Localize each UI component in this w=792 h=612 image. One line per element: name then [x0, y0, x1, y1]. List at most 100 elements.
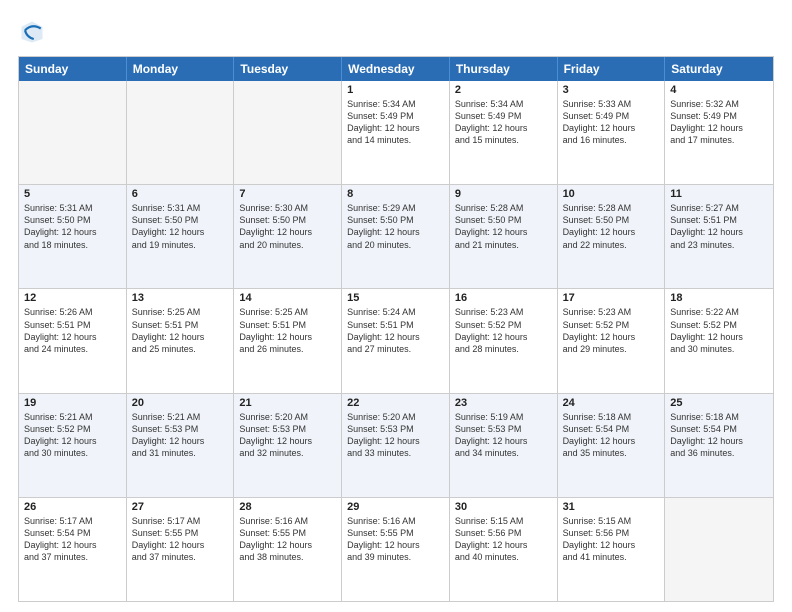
day-number: 5	[24, 188, 121, 200]
day-cell: 13Sunrise: 5:25 AM Sunset: 5:51 PM Dayli…	[127, 289, 235, 392]
weeks-container: 1 Sunrise: 5:34 AM Sunset: 5:49 PM Daylig…	[19, 81, 773, 601]
logo-icon	[18, 18, 46, 46]
logo	[18, 18, 50, 46]
day-info: Sunrise: 5:29 AM Sunset: 5:50 PM Dayligh…	[347, 202, 444, 251]
day-cell: 30 Sunrise: 5:15 AM Sunset: 5:56 PM Dayli…	[450, 498, 558, 601]
day-number: 22	[347, 397, 444, 409]
day-header-tuesday: Tuesday	[234, 57, 342, 81]
day-cell: 31 Sunrise: 5:15 AM Sunset: 5:56 PM Dayli…	[558, 498, 666, 601]
calendar: SundayMondayTuesdayWednesdayThursdayFrid…	[18, 56, 774, 602]
day-cell: 12 Sunrise: 5:26 AM Sunset: 5:51 PM Dayli…	[19, 289, 127, 392]
day-info: Sunrise: 5:30 AM Sunset: 5:50 PM Dayligh…	[239, 202, 336, 251]
day-info: Sunrise: 5:15 AM Sunset: 5:56 PM Dayligh…	[455, 515, 552, 564]
day-cell: 4 Sunrise: 5:32 AM Sunset: 5:49 PM Daylig…	[665, 81, 773, 184]
day-number: 18	[670, 292, 768, 304]
day-number: 17	[563, 292, 660, 304]
day-info: Sunrise: 5:33 AM Sunset: 5:49 PM Dayligh…	[563, 98, 660, 147]
day-cell: 26 Sunrise: 5:17 AM Sunset: 5:54 PM Dayli…	[19, 498, 127, 601]
day-info: Sunrise: 5:15 AM Sunset: 5:56 PM Dayligh…	[563, 515, 660, 564]
day-info: Sunrise: 5:26 AM Sunset: 5:51 PM Dayligh…	[24, 306, 121, 355]
day-number: 19	[24, 397, 121, 409]
day-cell: 19 Sunrise: 5:21 AM Sunset: 5:52 PM Dayli…	[19, 394, 127, 497]
day-info: Sunrise: 5:32 AM Sunset: 5:49 PM Dayligh…	[670, 98, 768, 147]
day-info: Sunrise: 5:28 AM Sunset: 5:50 PM Dayligh…	[455, 202, 552, 251]
week-row-3: 12 Sunrise: 5:26 AM Sunset: 5:51 PM Dayli…	[19, 288, 773, 392]
day-info: Sunrise: 5:17 AM Sunset: 5:54 PM Dayligh…	[24, 515, 121, 564]
day-cell: 7 Sunrise: 5:30 AM Sunset: 5:50 PM Daylig…	[234, 185, 342, 288]
day-info: Sunrise: 5:22 AM Sunset: 5:52 PM Dayligh…	[670, 306, 768, 355]
day-number: 24	[563, 397, 660, 409]
day-number: 16	[455, 292, 552, 304]
day-info: Sunrise: 5:25 AM Sunset: 5:51 PM Dayligh…	[239, 306, 336, 355]
day-info: Sunrise: 5:20 AM Sunset: 5:53 PM Dayligh…	[239, 411, 336, 460]
day-info: Sunrise: 5:34 AM Sunset: 5:49 PM Dayligh…	[347, 98, 444, 147]
day-info: Sunrise: 5:16 AM Sunset: 5:55 PM Dayligh…	[347, 515, 444, 564]
day-info: Sunrise: 5:19 AM Sunset: 5:53 PM Dayligh…	[455, 411, 552, 460]
day-number: 3	[563, 84, 660, 96]
day-cell	[665, 498, 773, 601]
day-header-sunday: Sunday	[19, 57, 127, 81]
day-number: 20	[132, 397, 229, 409]
day-info: Sunrise: 5:34 AM Sunset: 5:49 PM Dayligh…	[455, 98, 552, 147]
week-row-4: 19 Sunrise: 5:21 AM Sunset: 5:52 PM Dayli…	[19, 393, 773, 497]
day-info: Sunrise: 5:25 AM Sunset: 5:51 PM Dayligh…	[132, 306, 229, 355]
day-number: 26	[24, 501, 121, 513]
day-number: 25	[670, 397, 768, 409]
day-cell: 17 Sunrise: 5:23 AM Sunset: 5:52 PM Dayli…	[558, 289, 666, 392]
day-number: 1	[347, 84, 444, 96]
day-number: 15	[347, 292, 444, 304]
day-info: Sunrise: 5:17 AM Sunset: 5:55 PM Dayligh…	[132, 515, 229, 564]
day-info: Sunrise: 5:18 AM Sunset: 5:54 PM Dayligh…	[563, 411, 660, 460]
day-cell: 29 Sunrise: 5:16 AM Sunset: 5:55 PM Dayli…	[342, 498, 450, 601]
day-header-monday: Monday	[127, 57, 235, 81]
day-number: 2	[455, 84, 552, 96]
week-row-5: 26 Sunrise: 5:17 AM Sunset: 5:54 PM Dayli…	[19, 497, 773, 601]
day-number: 27	[132, 501, 229, 513]
day-info: Sunrise: 5:31 AM Sunset: 5:50 PM Dayligh…	[24, 202, 121, 251]
day-header-saturday: Saturday	[665, 57, 773, 81]
day-cell: 23Sunrise: 5:19 AM Sunset: 5:53 PM Dayli…	[450, 394, 558, 497]
day-number: 30	[455, 501, 552, 513]
day-header-wednesday: Wednesday	[342, 57, 450, 81]
day-number: 8	[347, 188, 444, 200]
day-cell: 2 Sunrise: 5:34 AM Sunset: 5:49 PM Daylig…	[450, 81, 558, 184]
day-info: Sunrise: 5:31 AM Sunset: 5:50 PM Dayligh…	[132, 202, 229, 251]
day-number: 7	[239, 188, 336, 200]
day-cell: 22Sunrise: 5:20 AM Sunset: 5:53 PM Dayli…	[342, 394, 450, 497]
day-number: 9	[455, 188, 552, 200]
day-cell: 25Sunrise: 5:18 AM Sunset: 5:54 PM Dayli…	[665, 394, 773, 497]
day-info: Sunrise: 5:16 AM Sunset: 5:55 PM Dayligh…	[239, 515, 336, 564]
day-info: Sunrise: 5:21 AM Sunset: 5:52 PM Dayligh…	[24, 411, 121, 460]
day-number: 28	[239, 501, 336, 513]
day-info: Sunrise: 5:24 AM Sunset: 5:51 PM Dayligh…	[347, 306, 444, 355]
day-number: 12	[24, 292, 121, 304]
day-info: Sunrise: 5:27 AM Sunset: 5:51 PM Dayligh…	[670, 202, 768, 251]
day-cell: 20 Sunrise: 5:21 AM Sunset: 5:53 PM Dayli…	[127, 394, 235, 497]
day-cell	[19, 81, 127, 184]
day-info: Sunrise: 5:23 AM Sunset: 5:52 PM Dayligh…	[455, 306, 552, 355]
day-number: 10	[563, 188, 660, 200]
day-info: Sunrise: 5:23 AM Sunset: 5:52 PM Dayligh…	[563, 306, 660, 355]
day-cell: 1 Sunrise: 5:34 AM Sunset: 5:49 PM Daylig…	[342, 81, 450, 184]
day-header-friday: Friday	[558, 57, 666, 81]
day-cell	[127, 81, 235, 184]
day-number: 31	[563, 501, 660, 513]
day-cell: 15 Sunrise: 5:24 AM Sunset: 5:51 PM Dayli…	[342, 289, 450, 392]
day-number: 29	[347, 501, 444, 513]
day-cell: 5 Sunrise: 5:31 AM Sunset: 5:50 PM Daylig…	[19, 185, 127, 288]
day-cell: 11 Sunrise: 5:27 AM Sunset: 5:51 PM Dayli…	[665, 185, 773, 288]
day-cell: 3 Sunrise: 5:33 AM Sunset: 5:49 PM Daylig…	[558, 81, 666, 184]
day-cell: 16 Sunrise: 5:23 AM Sunset: 5:52 PM Dayli…	[450, 289, 558, 392]
day-headers: SundayMondayTuesdayWednesdayThursdayFrid…	[19, 57, 773, 81]
day-cell	[234, 81, 342, 184]
day-cell: 27 Sunrise: 5:17 AM Sunset: 5:55 PM Dayli…	[127, 498, 235, 601]
day-cell: 28 Sunrise: 5:16 AM Sunset: 5:55 PM Dayli…	[234, 498, 342, 601]
day-info: Sunrise: 5:21 AM Sunset: 5:53 PM Dayligh…	[132, 411, 229, 460]
day-number: 21	[239, 397, 336, 409]
day-cell: 14 Sunrise: 5:25 AM Sunset: 5:51 PM Dayli…	[234, 289, 342, 392]
day-number: 14	[239, 292, 336, 304]
day-number: 11	[670, 188, 768, 200]
day-number: 4	[670, 84, 768, 96]
week-row-2: 5 Sunrise: 5:31 AM Sunset: 5:50 PM Daylig…	[19, 184, 773, 288]
header	[18, 18, 774, 46]
